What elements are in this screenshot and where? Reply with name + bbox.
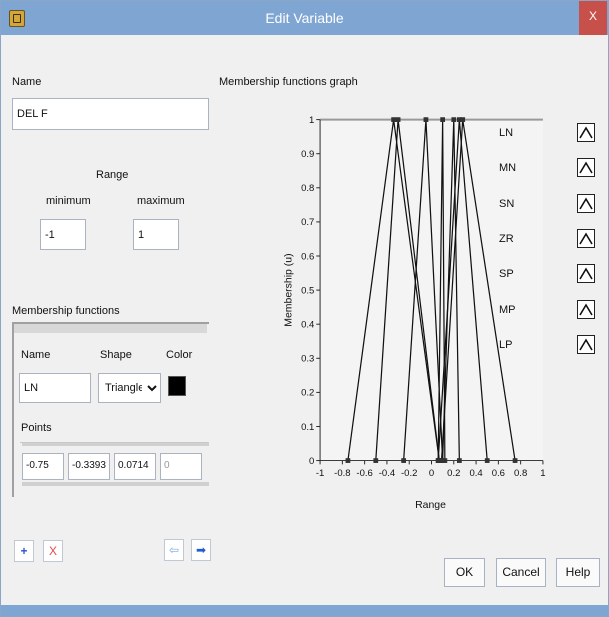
mf-point-marker xyxy=(460,117,466,122)
mf-point-marker xyxy=(512,458,518,463)
triangle-mf-icon[interactable] xyxy=(577,228,595,248)
mf-point-marker xyxy=(401,458,407,463)
y-tick-label: 0.4 xyxy=(301,320,315,331)
mf-point-marker xyxy=(391,117,396,122)
triangle-mf-icon[interactable] xyxy=(577,264,595,284)
x-tick-label: -0.8 xyxy=(334,468,350,479)
minimum-label: minimum xyxy=(46,195,91,207)
variable-name-field[interactable] xyxy=(12,98,209,130)
mf-item-label: SP xyxy=(499,268,514,281)
mf-point-marker xyxy=(345,458,351,463)
x-tick-label: 0.2 xyxy=(447,468,460,479)
membership-functions-chart: 00.10.20.30.40.50.60.70.80.91-1 -0.8 -0.6-… xyxy=(284,115,546,511)
cancel-button[interactable]: Cancel xyxy=(496,558,546,587)
triangle-mf-icon[interactable] xyxy=(577,334,595,354)
help-button[interactable]: Help xyxy=(556,558,600,587)
mf-point-marker xyxy=(440,117,446,122)
x-tick-label: -1 xyxy=(316,468,324,479)
close-button[interactable]: X xyxy=(579,1,607,35)
maximum-label: maximum xyxy=(137,195,185,207)
triangle-mf-icon[interactable] xyxy=(577,123,595,142)
y-tick-label: 0.7 xyxy=(301,217,314,228)
x-tick-label: -0.2 xyxy=(401,468,417,479)
point-field-4[interactable]: 0 xyxy=(160,453,202,480)
y-tick-label: 0.8 xyxy=(301,183,314,194)
x-tick-label: 0.6 xyxy=(492,468,505,479)
graph-title: Membership functions graph xyxy=(219,76,358,88)
y-tick-label: 0.9 xyxy=(301,149,314,160)
name-label: Name xyxy=(12,76,42,88)
y-tick-label: 0.5 xyxy=(301,285,314,296)
point-field-1[interactable]: -0.75 xyxy=(22,453,64,480)
points-scrollbar[interactable] xyxy=(22,482,209,486)
x-tick-label: -0.4 xyxy=(379,468,396,479)
y-tick-label: 0.6 xyxy=(301,251,314,262)
add-mf-button[interactable]: + xyxy=(14,540,34,562)
next-mf-button[interactable]: ➡ xyxy=(191,539,211,561)
range-maximum-field[interactable] xyxy=(133,219,179,250)
points-label: Points xyxy=(21,422,52,434)
point-field-3[interactable]: 0.0714 xyxy=(114,453,156,480)
shape-dropdown[interactable]: Triangle xyxy=(98,373,161,403)
window-title: Edit Variable xyxy=(265,10,344,26)
mf-point-marker xyxy=(484,458,490,463)
ok-button[interactable]: OK xyxy=(444,558,485,587)
mf-item-label: MP xyxy=(499,303,516,316)
membership-functions-label: Membership functions xyxy=(12,305,120,317)
y-tick-label: 0.3 xyxy=(301,354,314,365)
mf-item-label: LN xyxy=(499,127,514,139)
x-tick-label: 0 xyxy=(429,468,434,479)
title-bar[interactable]: Edit Variable X xyxy=(1,1,608,35)
range-label: Range xyxy=(96,169,129,181)
panel-header xyxy=(14,324,207,333)
bottom-edge xyxy=(1,605,608,616)
mf-item-label: LP xyxy=(499,338,513,351)
mf-name-field[interactable] xyxy=(19,373,91,403)
mf-name-label: Name xyxy=(21,349,51,361)
y-tick-label: 0.1 xyxy=(301,422,314,433)
mf-item-label: MN xyxy=(499,162,517,175)
y-tick-label: 1 xyxy=(309,115,314,126)
color-picker[interactable] xyxy=(168,376,186,396)
mf-point-marker xyxy=(439,458,444,463)
points-list: -0.75 -0.3393 0.0714 0 xyxy=(20,442,209,488)
x-tick-label: 1 xyxy=(540,468,545,479)
range-minimum-field[interactable] xyxy=(40,219,86,250)
mf-item-label: ZR xyxy=(499,232,514,245)
previous-mf-button[interactable]: ⇦ xyxy=(164,539,184,561)
points-header-bar xyxy=(22,443,209,446)
x-tick-label: -0.6 xyxy=(356,468,372,479)
mf-point-marker xyxy=(451,117,457,122)
mf-point-marker xyxy=(456,458,462,463)
triangle-mf-icon[interactable] xyxy=(577,299,595,319)
shape-label: Shape xyxy=(100,349,132,361)
y-axis-label: Membership (u) xyxy=(284,253,295,326)
y-tick-label: 0.2 xyxy=(301,388,314,399)
y-tick-label: 0 xyxy=(309,456,314,467)
mf-point-marker xyxy=(423,117,429,122)
mf-item-label: SN xyxy=(499,197,515,210)
edit-variable-dialog: Edit Variable X Name Range minimum maxim… xyxy=(0,0,609,617)
mf-point-marker xyxy=(395,117,401,122)
mf-point-marker xyxy=(373,458,379,463)
x-tick-label: 0.8 xyxy=(514,468,527,479)
x-tick-label: 0.4 xyxy=(469,468,483,479)
triangle-mf-icon[interactable] xyxy=(577,193,595,213)
x-axis-label: Range xyxy=(415,500,446,511)
point-field-2[interactable]: -0.3393 xyxy=(68,453,110,480)
delete-mf-button[interactable]: X xyxy=(43,540,63,562)
color-label: Color xyxy=(166,349,193,361)
triangle-mf-icon[interactable] xyxy=(577,158,595,178)
